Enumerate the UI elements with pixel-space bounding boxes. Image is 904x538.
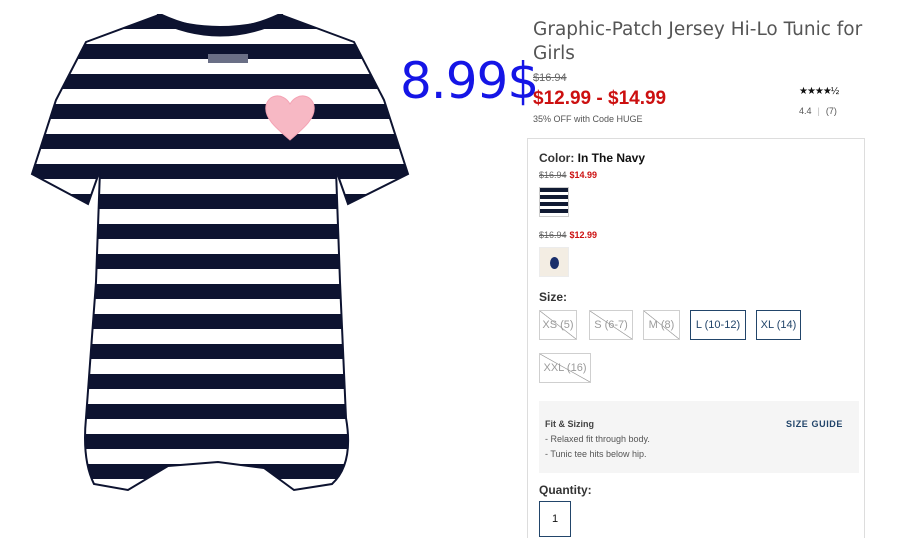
handwritten-price-annotation: 8.99$ xyxy=(400,52,539,110)
fit-sizing-box: Fit & Sizing SIZE GUIDE - Relaxed fit th… xyxy=(539,401,859,473)
product-image xyxy=(30,14,410,492)
fit-bullet-2: - Tunic tee hits below hip. xyxy=(545,449,647,459)
size-option-xxl[interactable]: XXL (16) xyxy=(539,353,591,383)
size-guide-link[interactable]: SIZE GUIDE xyxy=(786,419,843,429)
rating[interactable]: ★★★★½ 4.4 | (7) xyxy=(799,86,859,116)
fit-bullet-1: - Relaxed fit through body. xyxy=(545,434,650,444)
swatch-price-1: $16.94 $14.99 xyxy=(539,170,598,180)
promo-text: 35% OFF with Code HUGE xyxy=(533,114,643,124)
product-title: Graphic-Patch Jersey Hi-Lo Tunic for Gir… xyxy=(533,19,863,64)
navy-dot-icon xyxy=(550,257,559,269)
fit-title: Fit & Sizing xyxy=(545,419,594,429)
color-selected-value: In The Navy xyxy=(577,151,646,165)
color-heading: Color: In The Navy xyxy=(539,151,645,165)
swatch-price-2: $16.94 $12.99 xyxy=(539,230,598,240)
size-option-s[interactable]: S (6-7) xyxy=(589,310,633,340)
label-tag xyxy=(208,54,248,63)
color-label: Color: xyxy=(539,151,575,165)
sale-price: $12.99 - $14.99 xyxy=(533,88,667,109)
color-swatch-navy-stripe[interactable] xyxy=(539,187,569,217)
purchase-panel: Color: In The Navy $16.94 $14.99 $16.94 $1… xyxy=(527,138,865,538)
quantity-label: Quantity: xyxy=(539,483,592,497)
original-price: $16.94 xyxy=(533,72,567,84)
rating-stars-icon: ★★★★½ xyxy=(799,86,839,97)
size-option-l[interactable]: L (10-12) xyxy=(690,310,746,340)
size-option-m[interactable]: M (8) xyxy=(643,310,680,340)
review-count-link[interactable]: (7) xyxy=(826,106,837,116)
color-swatch-navy-dot[interactable] xyxy=(539,247,569,277)
size-option-xl[interactable]: XL (14) xyxy=(756,310,801,340)
size-label: Size: xyxy=(539,290,568,304)
size-option-xs[interactable]: XS (5) xyxy=(539,310,577,340)
rating-value: 4.4 xyxy=(799,106,812,116)
